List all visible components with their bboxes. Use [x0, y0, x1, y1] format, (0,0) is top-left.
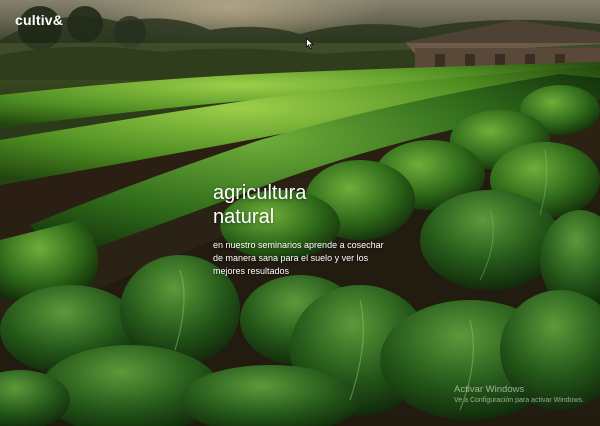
hero-title-line-1: agricultura — [213, 182, 307, 204]
hero-section: agricultura natural en nuestro seminario… — [213, 181, 393, 278]
hero-title: agricultura natural — [213, 181, 393, 229]
watermark-title: Activar Windows — [454, 384, 525, 395]
mouse-pointer-icon — [306, 38, 314, 49]
windows-activation-watermark: Activar Windows Ve a Configuración para … — [454, 384, 584, 406]
hero-description: en nuestro seminarios aprende a cosechar… — [213, 240, 384, 276]
landing-page: cultiv& agricultura natural en nuestro s… — [0, 0, 600, 426]
top-navigation-bar: cultiv& — [0, 0, 600, 43]
site-logo[interactable]: cultiv& — [15, 12, 63, 28]
hero-title-line-2: natural — [213, 206, 275, 228]
watermark-subtitle: Ve a Configuración para activar Windows. — [454, 397, 584, 404]
